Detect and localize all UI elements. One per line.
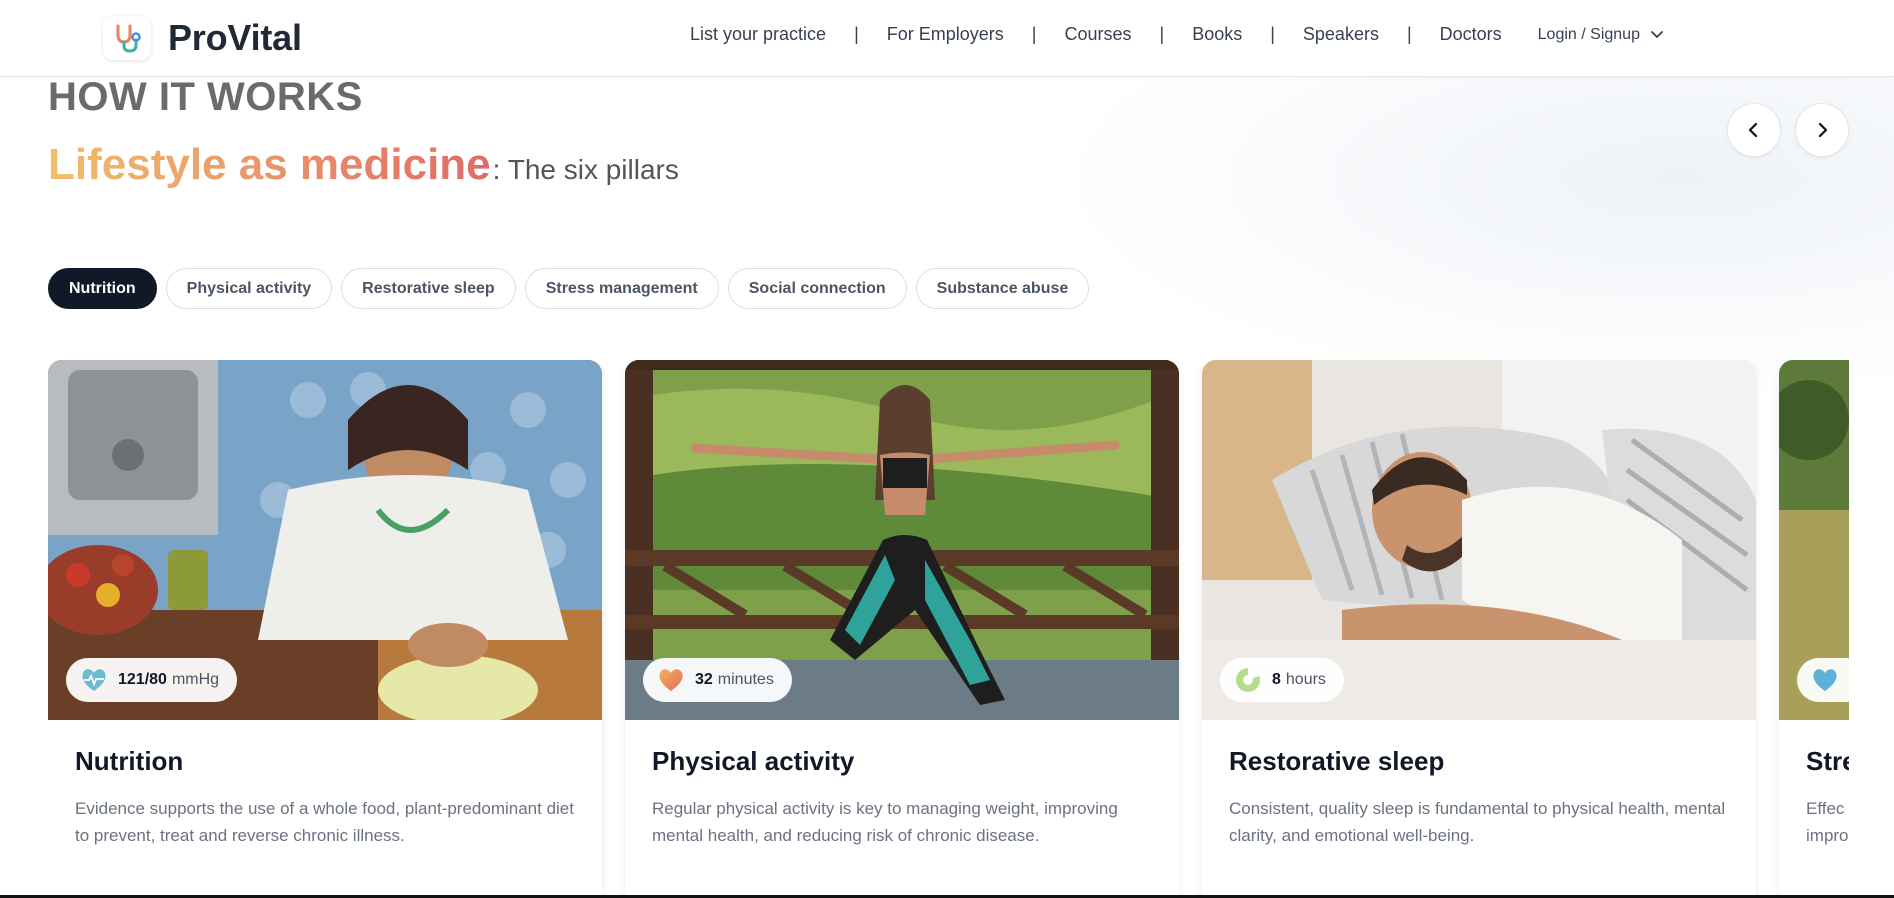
heart-icon xyxy=(1811,666,1839,694)
carousel-next-button[interactable] xyxy=(1795,103,1849,157)
nav-books[interactable]: Books xyxy=(1192,24,1242,45)
metric-badge: 32 minutes xyxy=(643,658,792,702)
metric-unit: minutes xyxy=(717,671,774,688)
pillar-card-stress-management[interactable]: Stre Effec impro xyxy=(1779,360,1849,898)
nav-separator: | xyxy=(1270,24,1275,44)
nav-separator: | xyxy=(1159,24,1165,44)
tab-restorative-sleep[interactable]: Restorative sleep xyxy=(341,268,516,309)
pillar-carousel: 121/80 mmHg Nutrition Evidence supports … xyxy=(48,360,1849,898)
tab-substance-abuse[interactable]: Substance abuse xyxy=(915,268,1090,309)
section-eyebrow: HOW IT WORKS xyxy=(48,75,363,119)
metric-unit: mmHg xyxy=(171,671,220,688)
chevron-right-icon xyxy=(1818,122,1828,138)
main-nav: List your practice | For Employers | Cou… xyxy=(690,24,1664,45)
nav-courses[interactable]: Courses xyxy=(1064,24,1131,45)
pillar-card-physical-activity[interactable]: 32 minutes Physical activity Regular phy… xyxy=(625,360,1179,898)
pillar-tabs: Nutrition Physical activity Restorative … xyxy=(48,268,1098,309)
nav-for-employers[interactable]: For Employers xyxy=(887,24,1004,45)
tab-nutrition[interactable]: Nutrition xyxy=(48,268,157,309)
pillar-card-restorative-sleep[interactable]: 8 hours Restorative sleep Consistent, qu… xyxy=(1202,360,1756,898)
nav-doctors[interactable]: Doctors xyxy=(1440,24,1502,45)
card-description: Evidence supports the use of a whole foo… xyxy=(75,799,574,845)
chevron-down-icon xyxy=(1650,30,1664,40)
top-navbar: ProVital List your practice | For Employ… xyxy=(0,0,1894,77)
metric-value: 32 xyxy=(695,671,713,688)
chevron-left-icon xyxy=(1748,122,1758,138)
tab-physical-activity[interactable]: Physical activity xyxy=(165,268,333,309)
stress-management-photo xyxy=(1779,360,1849,720)
nav-list-your-practice[interactable]: List your practice xyxy=(690,24,826,45)
section-headline: Lifestyle as medicine : The six pillars xyxy=(48,140,679,190)
card-title: Physical activity xyxy=(652,746,855,776)
headline-subtitle: : The six pillars xyxy=(492,154,679,185)
nav-separator: | xyxy=(1406,24,1412,44)
card-title: Nutrition xyxy=(75,746,184,776)
login-signup-label: Login / Signup xyxy=(1537,25,1640,43)
carousel-prev-button[interactable] xyxy=(1727,103,1781,157)
tab-stress-management[interactable]: Stress management xyxy=(524,268,719,309)
card-title: Restorative sleep xyxy=(1229,746,1445,776)
card-description: Effec impro xyxy=(1806,795,1849,849)
card-description: Consistent, quality sleep is fundamental… xyxy=(1229,799,1726,845)
heartbeat-icon xyxy=(80,666,108,694)
card-title: Stre xyxy=(1806,746,1849,776)
metric-badge: 8 hours xyxy=(1220,658,1344,702)
card-description-line: Effec xyxy=(1806,799,1845,818)
nav-separator: | xyxy=(854,24,859,44)
metric-value: 8 xyxy=(1272,671,1281,688)
heart-icon xyxy=(657,666,685,694)
pillar-card-nutrition[interactable]: 121/80 mmHg Nutrition Evidence supports … xyxy=(48,360,602,898)
tab-social-connection[interactable]: Social connection xyxy=(727,268,907,309)
headline-highlight: Lifestyle as medicine xyxy=(48,140,491,189)
stethoscope-logo-icon xyxy=(103,16,151,60)
login-signup-dropdown[interactable]: Login / Signup xyxy=(1538,26,1664,44)
moon-pie-icon xyxy=(1234,666,1262,694)
brand-logo[interactable]: ProVital xyxy=(103,16,302,60)
card-description-line: impro xyxy=(1806,826,1849,845)
metric-value: 121/80 xyxy=(118,671,167,688)
nav-separator: | xyxy=(1031,24,1037,44)
restorative-sleep-photo: 8 hours xyxy=(1202,360,1756,720)
metric-badge xyxy=(1797,658,1849,702)
brand-name: ProVital xyxy=(168,17,302,58)
nav-speakers[interactable]: Speakers xyxy=(1303,24,1379,45)
metric-badge: 121/80 mmHg xyxy=(66,658,238,702)
metric-unit: hours xyxy=(1285,671,1326,688)
nutrition-photo: 121/80 mmHg xyxy=(48,360,602,720)
physical-activity-photo: 32 minutes xyxy=(625,360,1179,720)
card-description: Regular physical activity is key to mana… xyxy=(652,799,1118,845)
